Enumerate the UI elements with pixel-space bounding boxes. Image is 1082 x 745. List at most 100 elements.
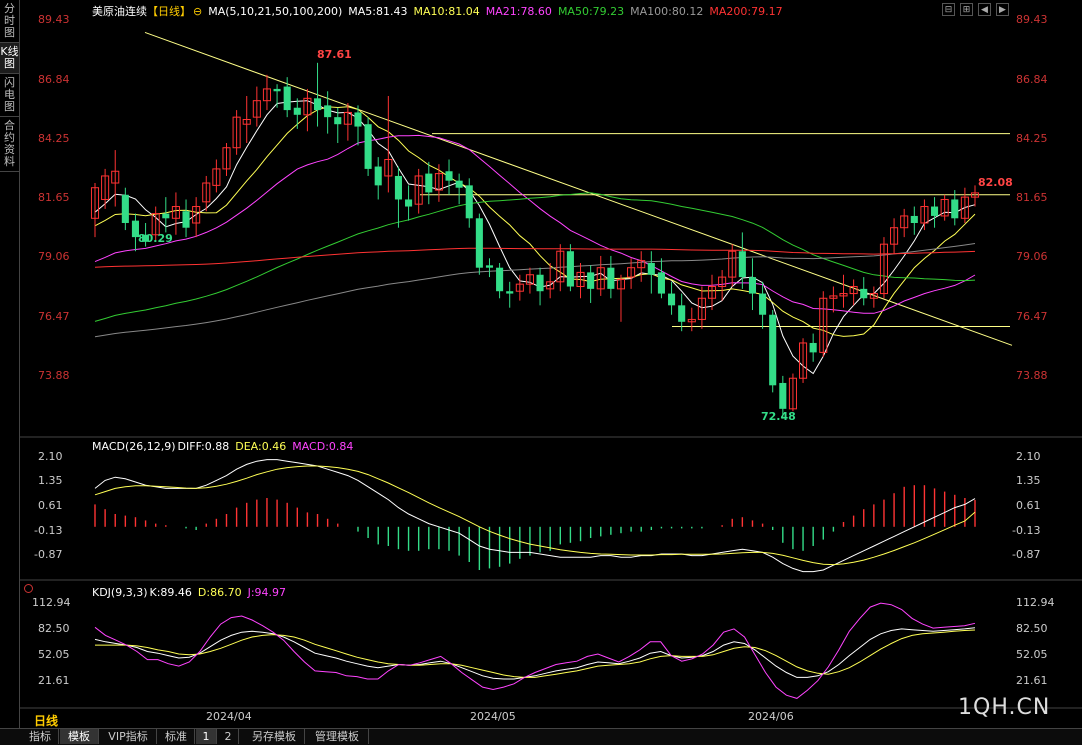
kdj-j-line	[94, 602, 976, 699]
candle-body	[910, 215, 918, 224]
high-annotation: 87.61	[317, 48, 352, 61]
date-label: 2024/04	[206, 710, 252, 723]
kdj-k-line	[94, 627, 976, 680]
macd-value: MACD:0.84	[292, 440, 354, 453]
candle-body	[668, 293, 676, 306]
price-tick-right: 84.25	[1016, 132, 1048, 145]
candle-body	[283, 86, 291, 111]
candle-body	[931, 206, 939, 216]
kdj-j-value: J:94.97	[247, 586, 287, 599]
candle-body	[425, 173, 433, 193]
candle-body	[587, 272, 595, 289]
kdj-tick-left: 52.05	[38, 648, 70, 661]
candle-body	[607, 267, 615, 289]
ma21-line	[94, 134, 976, 314]
macd-tick-left: -0.87	[34, 548, 63, 561]
macd-diff-value: DIFF:0.88	[177, 440, 230, 453]
watermark: 1QH.CN	[958, 695, 1051, 720]
tab-page-2[interactable]: 2	[218, 729, 239, 744]
candle-body	[759, 293, 767, 315]
candle-body	[678, 305, 686, 322]
price-tick-left: 76.47	[38, 310, 70, 323]
ma5-line	[94, 100, 976, 375]
macd-tick-right: -0.13	[1012, 524, 1041, 537]
price-tick-left: 79.06	[38, 250, 70, 263]
candle-body	[536, 274, 544, 292]
tab-standard[interactable]: 标准	[158, 729, 195, 744]
macd-tick-right: -0.87	[1012, 548, 1041, 561]
price-tick-left: 84.25	[38, 132, 70, 145]
last-price-annotation: 82.08	[978, 176, 1013, 189]
candle-body	[769, 314, 777, 386]
price-tick-right: 89.43	[1016, 13, 1048, 26]
candle-body	[860, 288, 868, 299]
macd-tick-right: 2.10	[1016, 450, 1041, 463]
left-low-annotation: 80.29	[138, 232, 173, 245]
tab-page-1[interactable]: 1	[196, 729, 217, 744]
candle-body	[273, 88, 281, 92]
candle-body	[445, 171, 453, 181]
candle-body	[657, 272, 665, 294]
price-tick-right: 86.84	[1016, 73, 1048, 86]
kdj-k-value: K:89.46	[149, 586, 192, 599]
kdj-d-value: D:86.70	[197, 586, 242, 599]
kdj-tick-right: 21.61	[1016, 674, 1048, 687]
candle-body	[334, 117, 342, 125]
kdj-params: KDJ(9,3,3)	[92, 586, 148, 599]
kdj-tick-left: 21.61	[38, 674, 70, 687]
candle-body	[951, 199, 959, 219]
kdj-tick-right: 112.94	[1016, 596, 1055, 609]
trend-line	[144, 31, 1013, 346]
candle-body	[364, 124, 372, 169]
macd-tick-left: 2.10	[38, 450, 63, 463]
bottom-toolbar: 指标 模板 VIP指标 标准 1 2 另存模板 管理模板	[0, 728, 1082, 745]
candle-body	[162, 213, 170, 219]
candle-body	[293, 107, 301, 115]
macd-tick-left: 1.35	[38, 474, 63, 487]
candle-body	[374, 166, 382, 186]
kdj-settings-icon[interactable]	[24, 584, 33, 593]
date-label: 2024/06	[748, 710, 794, 723]
candle-body	[313, 98, 322, 111]
macd-tick-right: 0.61	[1016, 499, 1041, 512]
price-tick-left: 86.84	[38, 73, 70, 86]
macd-legend: MACD(26,12,9) DIFF:0.88 DEA:0.46 MACD:0.84	[92, 440, 359, 453]
macd-tick-right: 1.35	[1016, 474, 1041, 487]
price-tick-right: 76.47	[1016, 310, 1048, 323]
ma100-line	[94, 243, 976, 338]
kdj-legend: KDJ(9,3,3) K:89.46 D:86.70 J:94.97	[92, 586, 292, 599]
price-tick-right: 79.06	[1016, 250, 1048, 263]
price-tick-left: 81.65	[38, 191, 70, 204]
candle-body	[475, 218, 483, 268]
tab-vip-indicators[interactable]: VIP指标	[100, 729, 157, 744]
tab-templates[interactable]: 模板	[60, 729, 99, 744]
kdj-tick-left: 112.94	[32, 596, 71, 609]
tab-indicators[interactable]: 指标	[22, 729, 59, 744]
candle-body	[182, 211, 190, 228]
candle-body	[324, 105, 332, 118]
candle-body	[809, 342, 817, 353]
period-label[interactable]: 日线	[34, 712, 58, 729]
save-template-button[interactable]: 另存模板	[244, 729, 305, 744]
candle-body	[647, 262, 655, 275]
candle-body	[566, 251, 574, 287]
manage-templates-button[interactable]: 管理模板	[306, 729, 369, 744]
candle-body	[496, 267, 504, 292]
price-tick-left: 89.43	[38, 13, 70, 26]
macd-tick-left: -0.13	[34, 524, 63, 537]
candle-body	[485, 265, 494, 268]
candle-body	[354, 112, 362, 127]
macd-tick-left: 0.61	[38, 499, 63, 512]
chart-canvas[interactable]	[0, 0, 1082, 744]
kdj-tick-right: 82.50	[1016, 622, 1048, 635]
low-annotation: 72.48	[761, 410, 796, 423]
candle-body	[121, 194, 129, 224]
candle-body	[506, 291, 514, 294]
candle-body	[465, 185, 473, 219]
kdj-tick-right: 52.05	[1016, 648, 1048, 661]
price-tick-right: 81.65	[1016, 191, 1048, 204]
candle-body	[779, 382, 787, 409]
macd-params: MACD(26,12,9)	[92, 440, 176, 453]
date-label: 2024/05	[470, 710, 516, 723]
price-tick-left: 73.88	[38, 369, 70, 382]
